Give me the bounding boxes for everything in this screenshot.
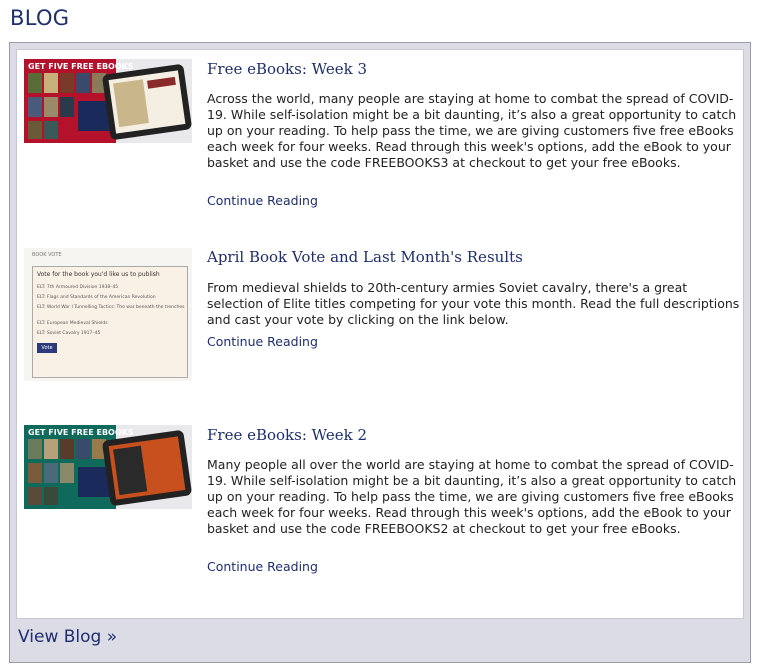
continue-reading-link[interactable]: Continue Reading [207,193,318,208]
thumb-label: BOOK VOTE [32,252,62,258]
thumb-banner-text: GET FIVE FREE EBOOKS [28,428,134,437]
free-ebooks-ad-image [24,425,192,509]
post-title-link[interactable]: April Book Vote and Last Month's Results [207,248,523,266]
continue-reading-link[interactable]: Continue Reading [207,559,318,574]
thumb-option: ELT: Soviet Cavalry 1917–45 [37,331,101,336]
blog-post-list: GET FIVE FREE EBOOKS Free eBooks: Week 3… [16,49,744,619]
blog-heading: BLOG [10,6,70,30]
thumb-question: Vote for the book you'd like us to publi… [37,271,160,278]
view-blog-link[interactable]: View Blog » [18,627,117,647]
thumb-option: ELT: 7th Armoured Division 1938–45 [37,285,119,290]
blog-post: GET FIVE FREE EBOOKS Free eBooks: Week 2… [17,50,745,574]
thumb-vote-button: Vote [37,343,57,353]
continue-reading-link[interactable]: Continue Reading [207,334,318,349]
thumb-option: ELT: European Medieval Shields [37,321,108,326]
thumb-option: ELT: Flags and Standards of the American… [37,295,156,300]
post-thumbnail[interactable]: GET FIVE FREE EBOOKS [24,425,192,509]
blog-panel: GET FIVE FREE EBOOKS Free eBooks: Week 3… [9,42,751,663]
thumb-option: ELT: World War I Tunnelling Tactics: The… [37,305,185,310]
vote-form-image: Vote for the book you'd like us to publi… [32,266,188,378]
post-excerpt: Many people all over the world are stayi… [207,457,737,536]
post-excerpt: From medieval shields to 20th-century ar… [207,280,740,327]
post-thumbnail[interactable]: BOOK VOTE Vote for the book you'd like u… [24,248,192,381]
post-title-link[interactable]: Free eBooks: Week 2 [207,426,367,444]
